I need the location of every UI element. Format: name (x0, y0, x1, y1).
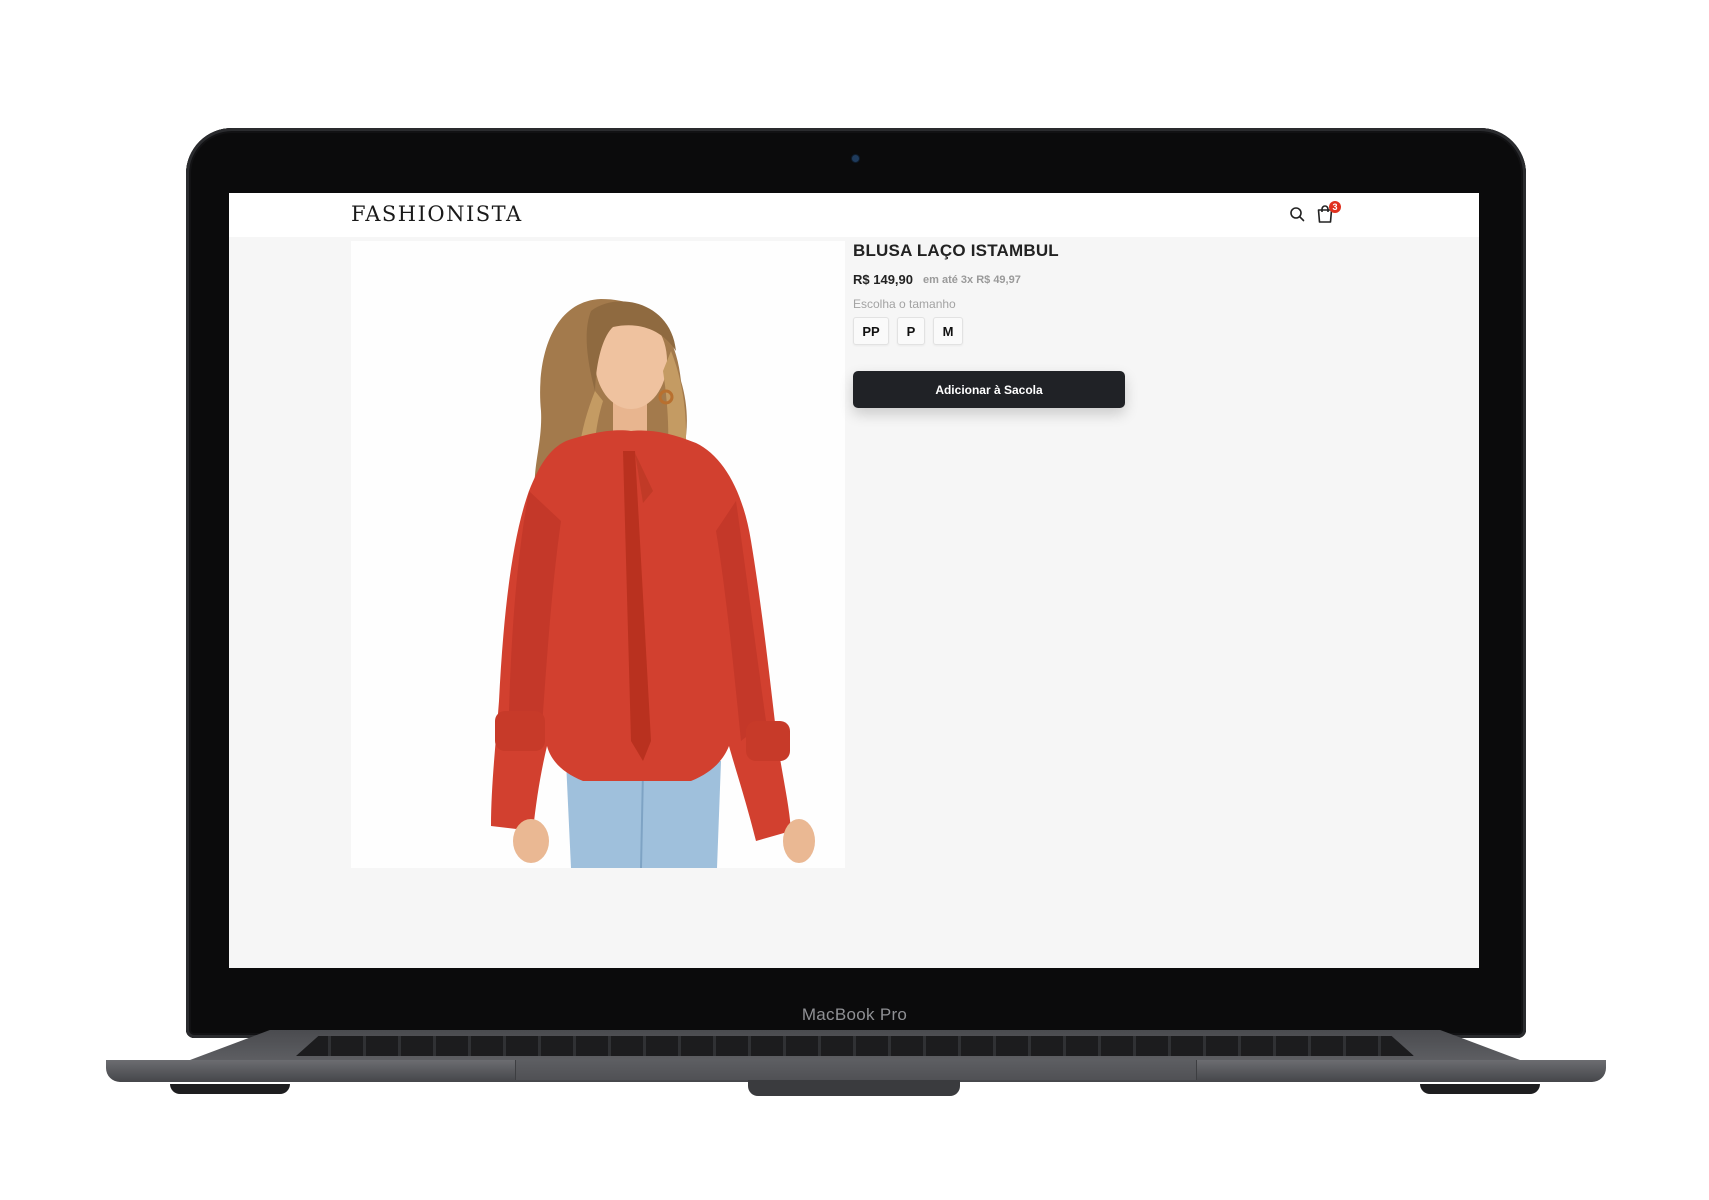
laptop-foot-left (170, 1084, 290, 1094)
device-label: MacBook Pro (801, 1005, 908, 1024)
product-image (351, 241, 845, 868)
size-option-p[interactable]: P (897, 317, 925, 345)
search-icon[interactable] (1289, 206, 1305, 222)
laptop-opening-notch (748, 1080, 960, 1096)
size-option-pp[interactable]: PP (853, 317, 889, 345)
product-title: BLUSA LAÇO ISTAMBUL (853, 241, 1059, 260)
size-selection-label: Escolha o tamanho (853, 297, 956, 311)
installment-text: em até 3x R$ 49,97 (923, 274, 1021, 286)
product-price: R$ 149,90 (853, 272, 913, 287)
cart-count-badge: 3 (1329, 201, 1341, 213)
laptop-foot-right (1420, 1084, 1540, 1094)
add-to-bag-button[interactable]: Adicionar à Sacola (853, 371, 1125, 408)
site-header: FASHIONISTA 3 (229, 193, 1479, 237)
browser-viewport: FASHIONISTA 3 BLUSA LAÇO ISTAMBUL R$ 149… (229, 193, 1479, 968)
site-logo[interactable]: FASHIONISTA (351, 202, 523, 226)
laptop-trackpad (515, 1060, 1197, 1080)
size-option-m[interactable]: M (933, 317, 963, 345)
webcam-dot (852, 155, 859, 162)
laptop-keyboard (296, 1036, 1414, 1056)
